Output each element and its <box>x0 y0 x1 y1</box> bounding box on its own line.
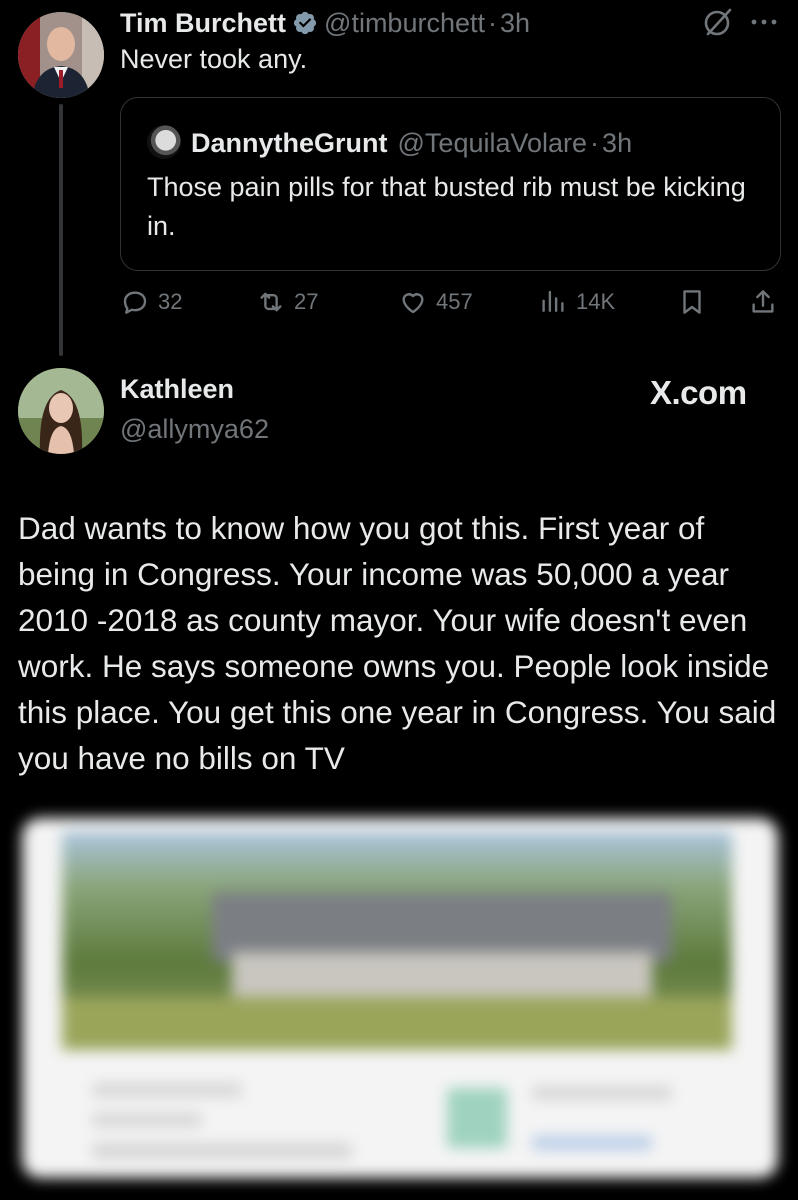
reply-author-name[interactable]: Kathleen <box>120 374 234 405</box>
blurred-text-block <box>92 1113 202 1127</box>
avatar-portrait-icon <box>18 12 104 98</box>
separator-dot: · <box>488 7 497 38</box>
blurred-link-block <box>532 1136 652 1150</box>
thread-connector-line <box>59 104 63 356</box>
share-icon <box>752 290 774 313</box>
blurred-map-thumbnail <box>447 1088 507 1148</box>
house-photo <box>62 832 732 1050</box>
blurred-image-attachment[interactable] <box>22 818 778 1178</box>
lawn-shape <box>62 997 732 1050</box>
author-name[interactable]: Tim Burchett <box>120 8 286 39</box>
views-count: 14K <box>576 289 616 314</box>
quoted-author-name[interactable]: DannytheGrunt <box>191 128 388 159</box>
verified-badge-icon <box>293 11 317 35</box>
author-handle[interactable]: @timburchett <box>324 8 485 39</box>
more-options-icon[interactable] <box>748 8 780 36</box>
analytics-bar-icon <box>542 290 564 312</box>
grok-icon[interactable] <box>702 6 734 38</box>
reply-count: 32 <box>158 289 183 314</box>
quoted-tweet-card[interactable]: DannytheGrunt @TequilaVolare · 3h Those … <box>120 97 781 271</box>
blurred-text-block <box>92 1083 242 1097</box>
reply-icon <box>123 291 147 314</box>
views-button[interactable]: 14K <box>538 286 615 318</box>
blurred-text-block <box>92 1143 352 1159</box>
heart-icon <box>402 293 424 314</box>
like-button[interactable]: 457 <box>398 286 473 318</box>
quoted-timestamp: 3h <box>602 127 633 158</box>
avatar-tim-burchett[interactable] <box>18 12 104 98</box>
reply-author-handle[interactable]: @allymya62 <box>120 414 269 445</box>
quoted-tweet-header: DannytheGrunt @TequilaVolare · 3h <box>191 124 632 162</box>
like-count: 457 <box>436 289 473 314</box>
blurred-text-block <box>532 1086 672 1100</box>
bookmark-icon <box>683 290 701 314</box>
share-button[interactable] <box>748 286 778 318</box>
x-com-watermark: X.com <box>650 374 747 411</box>
timestamp[interactable]: 3h <box>500 8 530 39</box>
quoted-tweet-text: Those pain pills for that busted rib mus… <box>147 172 746 241</box>
avatar-dannythegrunt[interactable] <box>147 125 181 159</box>
avatar-portrait-icon <box>18 368 104 454</box>
tweet-text: Never took any. <box>120 44 308 74</box>
avatar-kathleen[interactable] <box>18 368 104 454</box>
bookmark-button[interactable] <box>677 286 707 318</box>
repost-icon <box>260 292 282 312</box>
repost-count: 27 <box>294 289 319 314</box>
quoted-author-handle[interactable]: @TequilaVolare <box>398 128 588 159</box>
separator-dot: · <box>590 127 600 158</box>
reply-text: Dad wants to know how you got this. Firs… <box>18 510 777 776</box>
repost-button[interactable]: 27 <box>256 286 318 318</box>
house-body-shape <box>232 952 652 1002</box>
reply-button[interactable]: 32 <box>120 286 182 318</box>
tweet-header: Tim Burchett @timburchett · 3h <box>120 4 530 42</box>
